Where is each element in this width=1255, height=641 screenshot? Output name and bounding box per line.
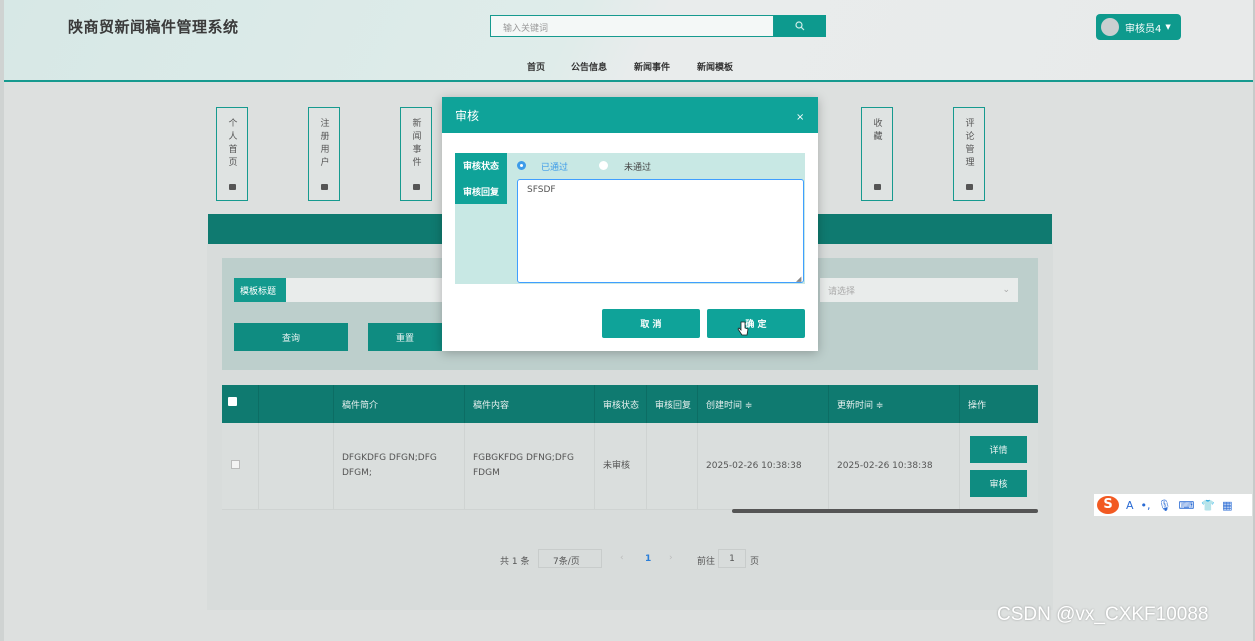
col-updated[interactable]: 更新时间 ≑ — [829, 385, 960, 423]
quick-card-personal[interactable]: 个人首页 — [216, 107, 248, 201]
row-checkbox[interactable] — [231, 460, 240, 469]
row-blank-cell — [258, 423, 334, 509]
reset-button[interactable]: 重置 — [368, 323, 442, 351]
row-intro: DFGKDFG DFGN;DFG DFGM; — [334, 423, 465, 509]
radio-pass[interactable] — [517, 161, 526, 170]
ime-letter[interactable]: A — [1126, 499, 1134, 512]
col-intro: 稿件简介 — [334, 385, 465, 423]
col-created[interactable]: 创建时间 ≑ — [698, 385, 829, 423]
radio-fail[interactable] — [599, 161, 608, 170]
goto-suffix: 页 — [750, 557, 760, 567]
punctuation-icon[interactable]: •, — [1141, 499, 1151, 512]
row-content: FGBGKFDG DFNG;DFG FDGM — [465, 423, 595, 509]
select-placeholder: 请选择 — [828, 286, 856, 297]
avatar — [1101, 18, 1119, 36]
row-status: 未审核 — [595, 423, 647, 509]
page-size-value: 7条/页 — [553, 557, 580, 567]
ime-toolbar[interactable]: S A •, 🎙 ⌨ 👕 ▦ — [1094, 494, 1252, 516]
radio-pass-label[interactable]: 已通过 — [541, 160, 568, 173]
dialog-title: 审核 — [442, 97, 818, 133]
col-status: 审核状态 — [595, 385, 647, 423]
home-icon — [320, 184, 328, 190]
site-title: 陕商贸新闻稿件管理系统 — [68, 18, 239, 36]
window-left-edge — [0, 0, 4, 641]
quick-card-users[interactable]: 注册用户 — [308, 107, 340, 201]
top-header — [4, 0, 1253, 82]
col-content: 稿件内容 — [465, 385, 595, 423]
nav-home[interactable]: 首页 — [527, 60, 545, 73]
quick-card-events[interactable]: 新闻事件 — [400, 107, 432, 201]
quick-card-label: 新闻事件 — [410, 118, 421, 170]
home-icon — [873, 184, 881, 190]
keyboard-icon[interactable]: ⌨ — [1179, 499, 1195, 512]
next-page-icon[interactable]: › — [669, 553, 673, 563]
quick-card-comments[interactable]: 评论管理 — [953, 107, 985, 201]
pager-total: 共 1 条 — [500, 557, 530, 567]
goto-input[interactable]: 1 — [718, 549, 746, 568]
review-button[interactable]: 审核 — [970, 470, 1027, 497]
grid-icon[interactable]: ▦ — [1222, 499, 1232, 512]
home-icon — [412, 184, 420, 190]
template-title-label: 模板标题 — [234, 278, 286, 302]
template-title-input[interactable] — [286, 278, 446, 302]
row-updated: 2025-02-26 10:38:38 — [829, 423, 960, 509]
confirm-button[interactable]: 确 定 — [707, 309, 805, 338]
reply-textarea[interactable]: SFSDF — [517, 179, 804, 283]
quick-card-label: 个人首页 — [226, 118, 237, 170]
reply-label: 审核回复 — [462, 188, 499, 198]
quick-card-label: 评论管理 — [963, 118, 974, 170]
col-reply: 审核回复 — [647, 385, 698, 423]
microphone-icon[interactable]: 🎙 — [1158, 499, 1172, 512]
search-icon — [795, 21, 805, 31]
select-all-checkbox[interactable] — [228, 397, 237, 406]
nav-announcements[interactable]: 公告信息 — [571, 60, 607, 73]
user-menu-button[interactable]: 审核员4 ▼ — [1096, 14, 1181, 40]
watermark: CSDN @vx_CXKF10088 — [997, 604, 1209, 625]
page-number[interactable]: 1 — [645, 554, 651, 564]
page-size-select[interactable]: 7条/页 — [538, 549, 602, 568]
row-created: 2025-02-26 10:38:38 — [698, 423, 829, 509]
close-icon[interactable]: × — [796, 112, 804, 123]
row-reply — [647, 423, 698, 509]
home-icon — [228, 184, 236, 190]
prev-page-icon[interactable]: ‹ — [620, 553, 624, 563]
quick-card-label: 收藏 — [871, 118, 882, 144]
search-input[interactable]: 输入关键词 — [490, 15, 774, 37]
resize-handle-icon[interactable]: ◢ — [796, 275, 801, 283]
search-button[interactable] — [774, 15, 826, 37]
chevron-down-icon: ⌄ — [1002, 285, 1010, 295]
radio-fail-label[interactable]: 未通过 — [624, 160, 651, 173]
quick-card-favorites[interactable]: 收藏 — [861, 107, 893, 201]
goto-label: 前往 — [697, 557, 716, 567]
home-icon — [965, 184, 973, 190]
caret-down-icon: ▼ — [1165, 23, 1171, 31]
status-label: 审核状态 — [462, 162, 499, 172]
user-name: 审核员4 — [1125, 23, 1162, 35]
nav-news-templates[interactable]: 新闻模板 — [697, 60, 733, 73]
cancel-button[interactable]: 取 消 — [602, 309, 700, 338]
status-select[interactable]: 请选择 ⌄ — [820, 278, 1018, 302]
detail-button[interactable]: 详情 — [970, 436, 1027, 463]
hand-cursor-icon — [737, 321, 749, 336]
col-actions: 操作 — [968, 400, 987, 411]
sogou-logo-icon: S — [1097, 496, 1119, 514]
quick-card-label: 注册用户 — [318, 118, 329, 170]
query-button[interactable]: 查询 — [234, 323, 348, 351]
skin-icon[interactable]: 👕 — [1201, 499, 1215, 512]
nav-news-events[interactable]: 新闻事件 — [634, 60, 670, 73]
col-blank — [258, 385, 334, 423]
table-horizontal-scrollbar[interactable] — [732, 509, 1038, 513]
